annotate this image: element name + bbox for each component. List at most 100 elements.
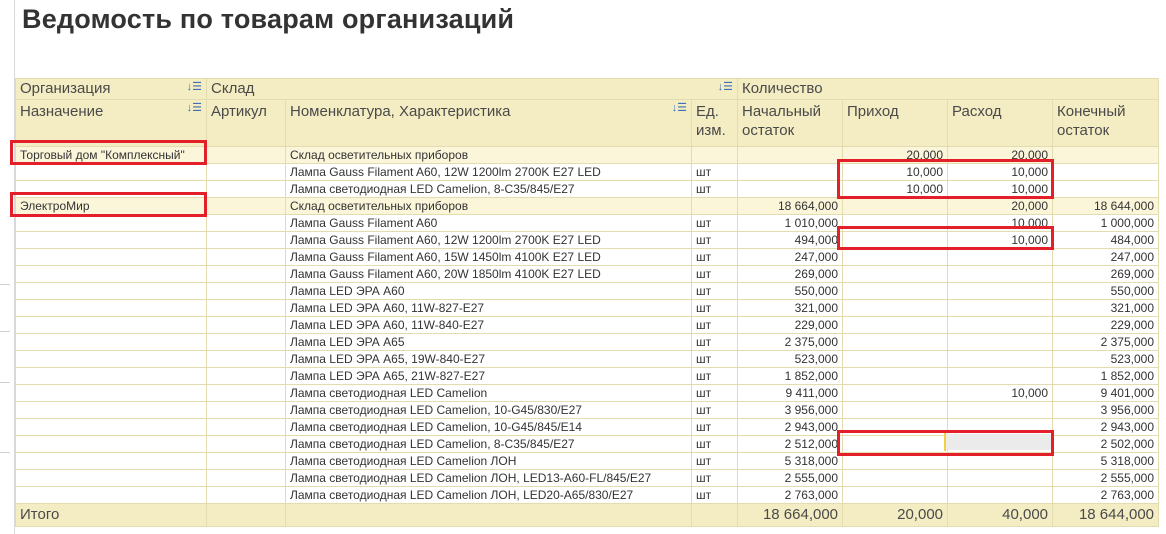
article-cell[interactable] <box>206 469 286 487</box>
table-row[interactable]: Лампа светодиодная LED Camelion шт 9 411,0… <box>15 384 1160 402</box>
closing-cell[interactable]: 2 763,000 <box>1052 486 1160 504</box>
name-cell[interactable]: Лампа светодиодная LED Camelion, 10-G45/… <box>285 418 692 436</box>
outgoing-cell[interactable] <box>947 282 1054 300</box>
incoming-cell[interactable] <box>842 350 949 368</box>
name-cell[interactable]: Лампа LED ЭРА A60, 11W-827-E27 <box>285 299 692 317</box>
closing-cell[interactable]: 321,000 <box>1052 299 1160 317</box>
incoming-cell[interactable] <box>842 452 949 470</box>
name-cell[interactable]: Лампа LED ЭРА A60, 11W-840-E27 <box>285 316 692 334</box>
name-cell[interactable]: Склад осветительных приборов <box>285 146 692 164</box>
closing-cell[interactable]: 1 852,000 <box>1052 367 1160 385</box>
org-cell[interactable] <box>15 248 207 266</box>
name-cell[interactable]: Лампа светодиодная LED Camelion <box>285 384 692 402</box>
unit-cell[interactable]: шт <box>690 469 739 487</box>
incoming-cell[interactable] <box>842 435 949 453</box>
table-row[interactable]: Лампа светодиодная LED Camelion ЛОН, LED… <box>15 486 1160 504</box>
name-cell[interactable]: Лампа Gauss Filament A60, 12W 1200lm 270… <box>285 231 692 249</box>
closing-cell[interactable]: 2 555,000 <box>1052 469 1160 487</box>
table-row[interactable]: Лампа LED ЭРА A65, 19W-840-E27 шт 523,000 5… <box>15 350 1160 368</box>
incoming-cell[interactable] <box>842 367 949 385</box>
org-cell[interactable] <box>15 350 207 368</box>
unit-cell[interactable]: шт <box>690 418 739 436</box>
org-cell[interactable] <box>15 282 207 300</box>
name-cell[interactable]: Склад осветительных приборов <box>285 197 692 215</box>
table-row[interactable]: Лампа Gauss Filament A60 шт 1 010,000 10,00… <box>15 214 1160 232</box>
closing-cell[interactable]: 484,000 <box>1052 231 1160 249</box>
org-cell[interactable] <box>15 418 207 436</box>
opening-cell[interactable]: 550,000 <box>737 282 844 300</box>
name-cell[interactable]: Лампа светодиодная LED Camelion ЛОН, LED… <box>285 486 692 504</box>
org-cell[interactable] <box>15 452 207 470</box>
unit-cell[interactable]: шт <box>690 367 739 385</box>
article-cell[interactable] <box>206 146 286 164</box>
incoming-cell[interactable]: 10,000 <box>842 180 949 198</box>
article-cell[interactable] <box>206 299 286 317</box>
incoming-cell[interactable] <box>842 299 949 317</box>
header-article[interactable]: Артикул <box>206 99 286 147</box>
opening-cell[interactable]: 494,000 <box>737 231 844 249</box>
name-cell[interactable]: Лампа LED ЭРА A60 <box>285 282 692 300</box>
opening-cell[interactable]: 5 318,000 <box>737 452 844 470</box>
closing-cell[interactable]: 247,000 <box>1052 248 1160 266</box>
outgoing-cell[interactable]: 10,000 <box>947 180 1054 198</box>
org-cell[interactable] <box>15 367 207 385</box>
outgoing-cell[interactable]: 20,000 <box>947 197 1054 215</box>
incoming-cell[interactable] <box>842 316 949 334</box>
table-row[interactable]: Лампа светодиодная LED Camelion ЛОН, LED… <box>15 469 1160 487</box>
header-organization[interactable]: Организация ↓☰ <box>15 78 207 100</box>
sort-icon[interactable]: ↓☰ <box>187 80 202 94</box>
closing-cell[interactable] <box>1052 146 1160 164</box>
closing-cell[interactable]: 3 956,000 <box>1052 401 1160 419</box>
sort-icon[interactable]: ↓☰ <box>187 101 202 115</box>
org-cell[interactable] <box>15 401 207 419</box>
org-cell[interactable] <box>15 384 207 402</box>
unit-cell[interactable]: шт <box>690 384 739 402</box>
incoming-cell[interactable] <box>842 486 949 504</box>
incoming-cell[interactable] <box>842 384 949 402</box>
name-cell[interactable]: Лампа светодиодная LED Camelion ЛОН, LED… <box>285 469 692 487</box>
incoming-cell[interactable] <box>842 469 949 487</box>
group-row[interactable]: ЭлектроМир Склад осветительных приборов 18… <box>15 197 1160 215</box>
name-cell[interactable]: Лампа Gauss Filament A60, 12W 1200lm 270… <box>285 163 692 181</box>
unit-cell[interactable]: шт <box>690 231 739 249</box>
name-cell[interactable]: Лампа LED ЭРА A65 <box>285 333 692 351</box>
opening-cell[interactable]: 2 763,000 <box>737 486 844 504</box>
header-nomenclature[interactable]: Номенклатура, Характеристика ↓☰ <box>285 99 692 147</box>
name-cell[interactable]: Лампа Gauss Filament A60, 20W 1850lm 410… <box>285 265 692 283</box>
closing-cell[interactable]: 5 318,000 <box>1052 452 1160 470</box>
table-row[interactable]: Лампа LED ЭРА A60 шт 550,000 550,000 <box>15 282 1160 300</box>
unit-cell[interactable]: шт <box>690 486 739 504</box>
header-incoming[interactable]: Приход <box>842 99 949 147</box>
article-cell[interactable] <box>206 452 286 470</box>
incoming-cell[interactable] <box>842 401 949 419</box>
table-row[interactable]: Лампа Gauss Filament A60, 12W 1200lm 270… <box>15 163 1160 181</box>
org-cell[interactable]: Торговый дом "Комплексный" <box>15 146 207 164</box>
name-cell[interactable]: Лампа светодиодная LED Camelion, 8-C35/8… <box>285 435 692 453</box>
opening-cell[interactable] <box>737 180 844 198</box>
incoming-cell[interactable]: 10,000 <box>842 163 949 181</box>
incoming-cell[interactable] <box>842 418 949 436</box>
closing-cell[interactable]: 523,000 <box>1052 350 1160 368</box>
opening-cell[interactable]: 269,000 <box>737 265 844 283</box>
article-cell[interactable] <box>206 163 286 181</box>
outgoing-cell[interactable] <box>947 367 1054 385</box>
outgoing-cell[interactable] <box>947 350 1054 368</box>
outgoing-cell[interactable] <box>947 265 1054 283</box>
outgoing-cell[interactable] <box>947 316 1054 334</box>
outgoing-cell[interactable] <box>947 418 1054 436</box>
opening-cell[interactable]: 3 956,000 <box>737 401 844 419</box>
outgoing-cell[interactable] <box>947 333 1054 351</box>
org-cell[interactable] <box>15 180 207 198</box>
closing-cell[interactable]: 269,000 <box>1052 265 1160 283</box>
incoming-cell[interactable] <box>842 214 949 232</box>
name-cell[interactable]: Лампа Gauss Filament A60 <box>285 214 692 232</box>
opening-cell[interactable]: 2 555,000 <box>737 469 844 487</box>
group-row[interactable]: Торговый дом "Комплексный" Склад осветите… <box>15 146 1160 164</box>
opening-cell[interactable]: 229,000 <box>737 316 844 334</box>
article-cell[interactable] <box>206 401 286 419</box>
header-outgoing[interactable]: Расход <box>947 99 1054 147</box>
table-row[interactable]: Лампа Gauss Filament A60, 20W 1850lm 410… <box>15 265 1160 283</box>
org-cell[interactable] <box>15 231 207 249</box>
outgoing-cell[interactable] <box>947 299 1054 317</box>
incoming-cell[interactable] <box>842 197 949 215</box>
